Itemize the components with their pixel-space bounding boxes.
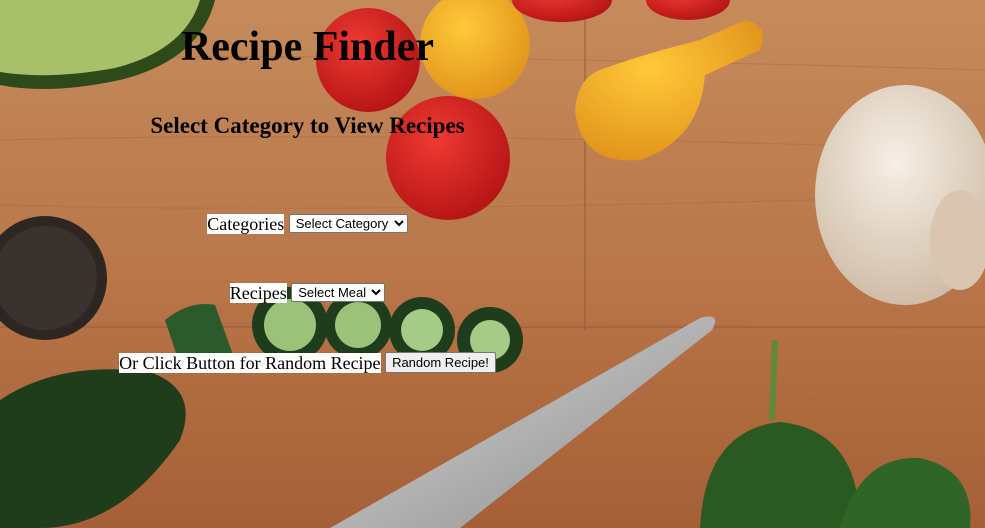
page-title: Recipe Finder — [180, 24, 435, 70]
recipes-label: Recipes — [229, 282, 287, 303]
page-content: Recipe Finder Select Category to View Re… — [0, 0, 615, 528]
categories-row: Categories Select Category — [0, 211, 615, 235]
recipes-select[interactable]: Select Meal — [291, 283, 386, 303]
random-row: Or Click Button for Random Recipe Random… — [0, 350, 615, 374]
random-recipe-label: Or Click Button for Random Recipe — [119, 352, 381, 373]
recipes-row: Recipes Select Meal — [0, 280, 615, 304]
page-subtitle: Select Category to View Recipes — [150, 113, 465, 138]
categories-label: Categories — [207, 213, 285, 234]
categories-select[interactable]: Select Category — [288, 214, 408, 234]
random-recipe-button[interactable]: Random Recipe! — [385, 352, 496, 374]
